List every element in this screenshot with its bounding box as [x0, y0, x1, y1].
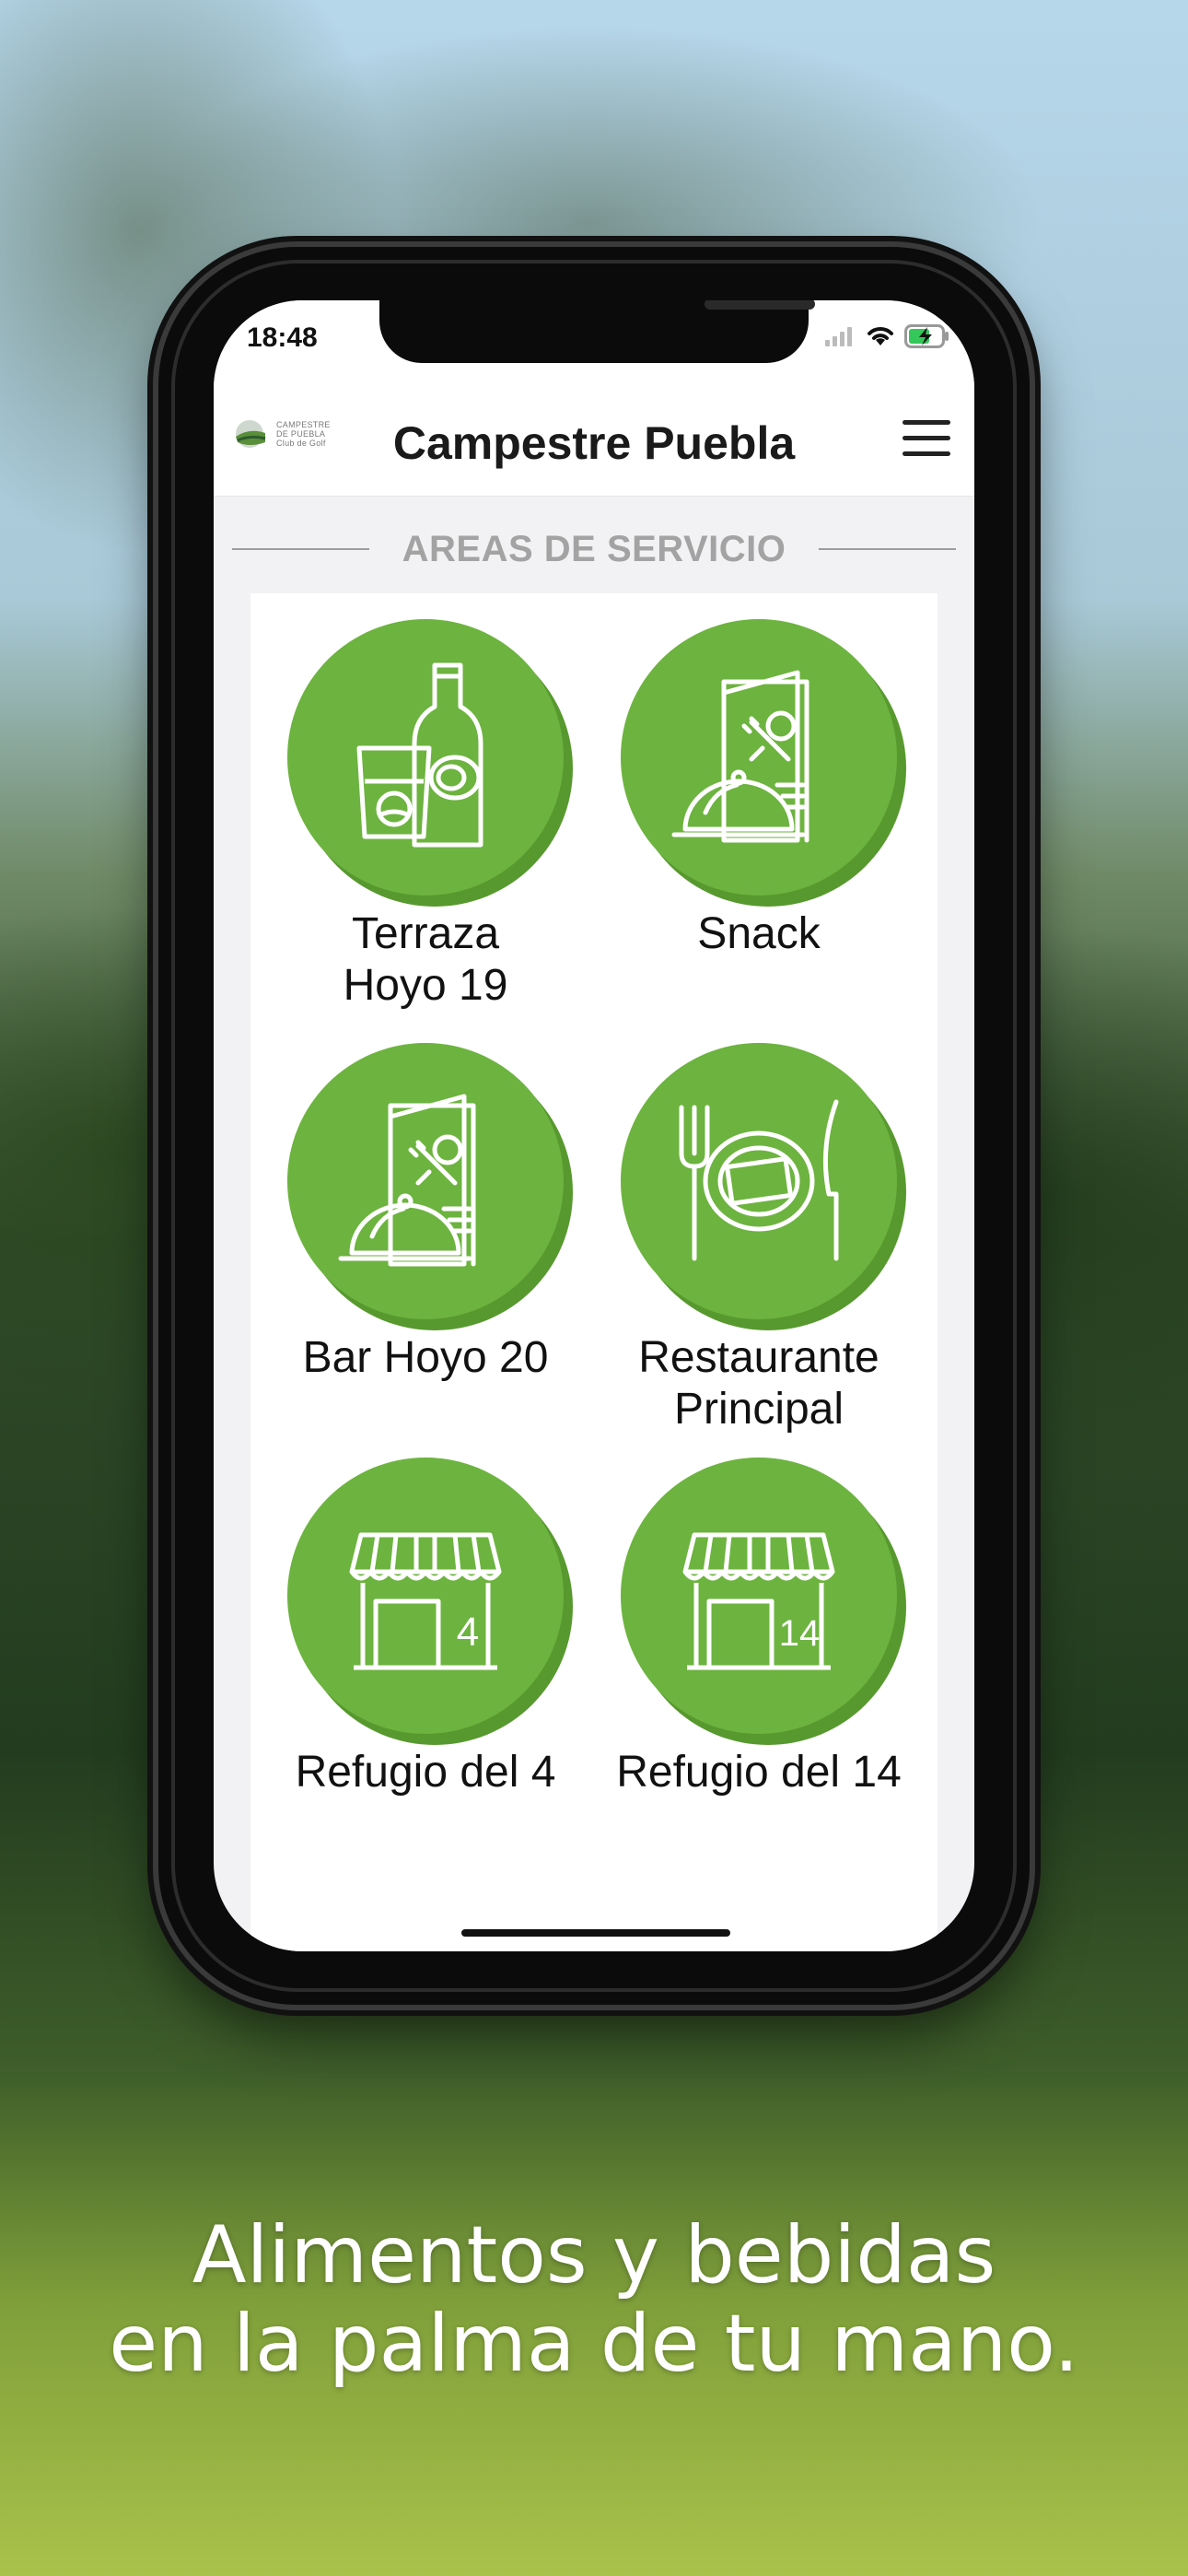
tile-refugio-del-4[interactable]: 4 Refugio del 4 [269, 1458, 582, 1798]
tile-label: Refugio del 14 [616, 1748, 902, 1797]
signal-icon [825, 327, 852, 346]
tile-label: Bar Hoyo 20 [302, 1333, 549, 1382]
wifi-icon [868, 327, 893, 345]
app-title: Campestre Puebla [392, 417, 796, 469]
store-number: 4 [457, 1610, 479, 1655]
plate-cutlery-icon [679, 1099, 839, 1261]
bottle-glass-icon [356, 662, 483, 848]
phone-screen: 18:48 CAMPESTRE DE PUEBLA Club de Golf C… [214, 300, 974, 1951]
tagline-line-2: en la palma de tu mano. [109, 2298, 1079, 2390]
tile-label: Terraza Hoyo 19 [343, 909, 508, 1010]
menu-cloche-icon [338, 1094, 476, 1267]
status-time: 18:48 [247, 322, 318, 353]
tile-refugio-del-14[interactable]: 14 Refugio del 14 [602, 1458, 915, 1798]
tile-icon-circle: 14 [621, 1458, 897, 1734]
tile-label: Snack [697, 909, 821, 958]
tile-icon-circle [287, 619, 564, 896]
phone-frame: 18:48 CAMPESTRE DE PUEBLA Club de Golf C… [158, 247, 1030, 2005]
store-number: 14 [779, 1613, 821, 1654]
status-icons [825, 324, 950, 348]
tile-restaurante-principal[interactable]: Restaurante Principal [602, 1043, 915, 1435]
store-icon: 14 [682, 1532, 835, 1670]
store-icon: 4 [349, 1532, 502, 1670]
tile-icon-circle [621, 1043, 897, 1319]
tile-terraza-hoyo-19[interactable]: Terraza Hoyo 19 [269, 619, 582, 1012]
tile-label: Refugio del 4 [295, 1748, 556, 1797]
tile-bar-hoyo-20[interactable]: Bar Hoyo 20 [269, 1043, 582, 1384]
tile-label: Restaurante Principal [638, 1333, 879, 1434]
speaker [705, 300, 815, 310]
section-title: AREAS DE SERVICIO [402, 528, 786, 569]
tile-snack[interactable]: Snack [602, 619, 915, 960]
section-header: AREAS DE SERVICIO [232, 521, 956, 577]
app-header: CAMPESTRE DE PUEBLA Club de Golf Campest… [214, 378, 974, 497]
battery-charging-icon [904, 324, 949, 348]
home-indicator[interactable] [461, 1929, 730, 1937]
hamburger-menu-icon[interactable] [903, 420, 950, 457]
notch [379, 300, 815, 363]
tile-icon-circle [621, 619, 897, 896]
promo-tagline: Alimentos y bebidas en la palma de tu ma… [0, 2211, 1188, 2388]
divider-right [819, 548, 956, 550]
divider-left [232, 548, 369, 550]
service-areas-grid: Terraza Hoyo 19 Snack Bar Hoyo 20 Restau… [250, 593, 938, 1951]
tile-icon-circle [287, 1043, 564, 1319]
tile-icon-circle: 4 [287, 1458, 564, 1734]
tagline-line-1: Alimentos y bebidas [192, 2209, 996, 2301]
menu-cloche-icon [671, 670, 809, 843]
